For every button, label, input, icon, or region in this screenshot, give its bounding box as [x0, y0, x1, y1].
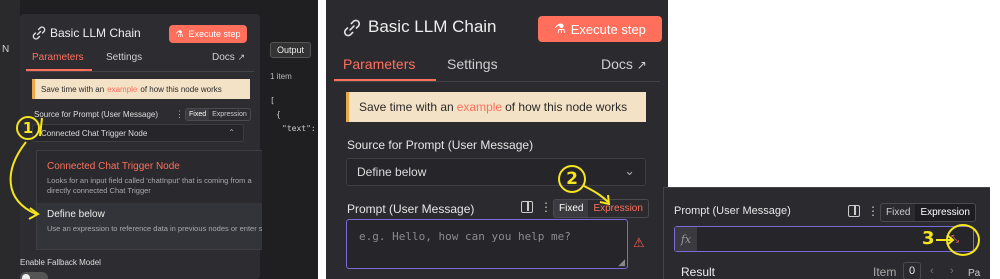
panel-node-editor-define-below: Basic LLM Chain ⚗ Execute step Parameter… [326, 0, 668, 279]
panel-expression-editor: Prompt (User Message) ⋮ Fixed Expression… [663, 187, 990, 279]
annotation-2-arrow [583, 185, 611, 206]
panel-node-editor-dropdown: N Basic LLM Chain ⚗ Execute step Paramet… [0, 0, 318, 279]
annotation-1-arrow [9, 117, 43, 220]
annotation-3-arrow [936, 234, 955, 246]
